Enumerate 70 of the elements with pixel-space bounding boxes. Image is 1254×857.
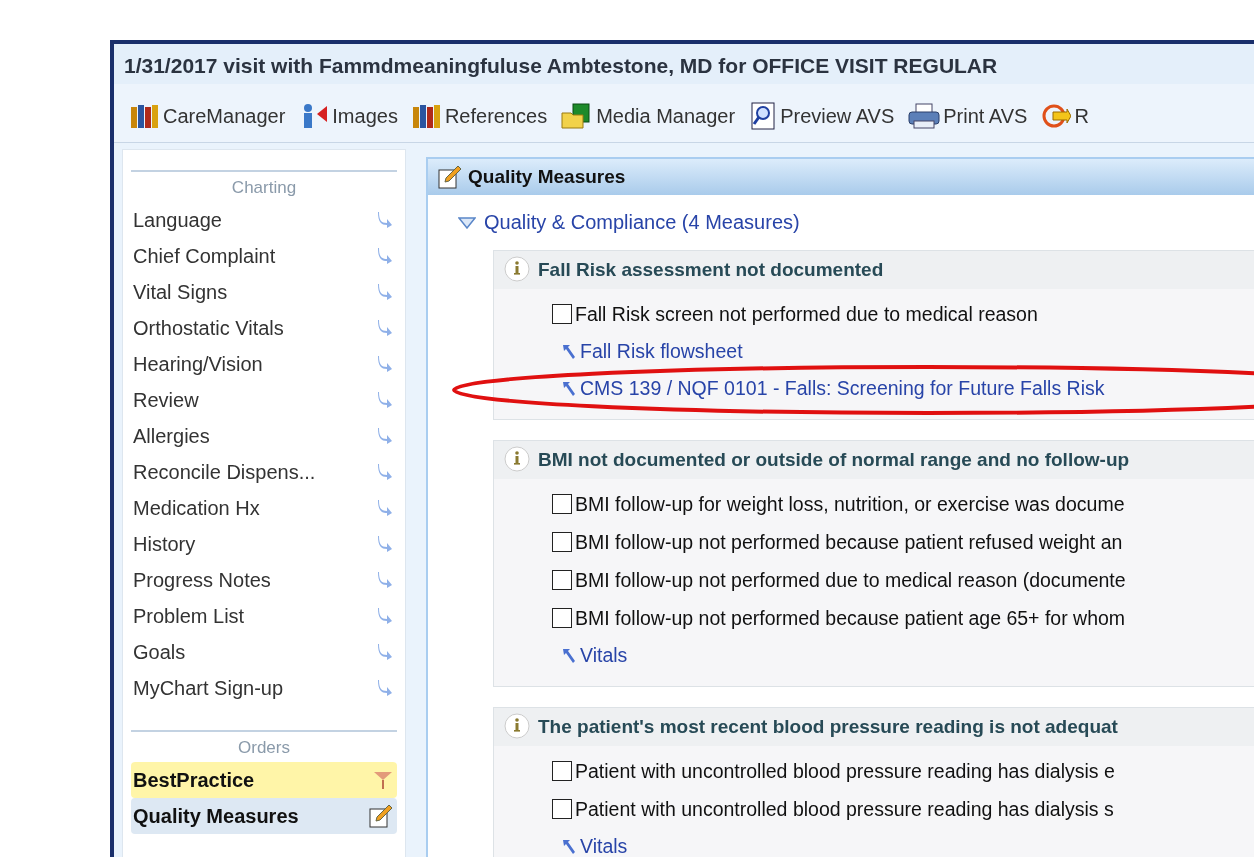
jump-arrow-icon xyxy=(562,838,576,855)
jump-arrow-icon xyxy=(377,535,393,553)
jump-arrow-icon xyxy=(377,571,393,589)
toolbar-button[interactable]: Print AVS xyxy=(908,102,1028,130)
sidebar-item[interactable]: Vital Signs xyxy=(131,274,397,310)
toolbar-button[interactable]: R xyxy=(1041,102,1089,130)
option-checkbox[interactable]: Patient with uncontrolled blood pressure reading has dialysis s xyxy=(552,790,1254,828)
jump-arrow-icon xyxy=(377,211,393,229)
sidebar-item[interactable]: Allergies xyxy=(131,418,397,454)
jump-arrow-icon xyxy=(377,355,393,373)
toolbar-button[interactable]: Preview AVS xyxy=(749,102,895,130)
expand-triangle-icon xyxy=(458,216,476,229)
jump-arrow-icon xyxy=(562,380,576,397)
jump-arrow-icon xyxy=(377,679,393,697)
info-icon xyxy=(502,255,532,285)
info-icon xyxy=(502,712,532,742)
jump-arrow-icon xyxy=(377,643,393,661)
sidebar-item[interactable]: Reconcile Dispens... xyxy=(131,454,397,490)
sidebar-item[interactable]: Language xyxy=(131,202,397,238)
sidebar-item[interactable]: Review xyxy=(131,382,397,418)
printer-icon xyxy=(908,103,941,129)
jump-arrow-icon xyxy=(377,499,393,517)
refresh-arrow-icon xyxy=(1041,103,1072,129)
info-icon xyxy=(502,445,532,475)
sidebar-item[interactable]: BestPractice xyxy=(131,762,397,798)
measure-title: The patient's most recent blood pressure reading is not adequat xyxy=(538,716,1118,738)
panel-title: Quality Measures xyxy=(468,166,626,188)
window-title: 1/31/2017 visit with Fammdmeaningfuluse Ambtestone, MD for OFFICE VISIT REGULAR xyxy=(114,44,1254,84)
measure-title: Fall Risk assessment not documented xyxy=(538,259,884,281)
option-checkbox[interactable]: Fall Risk screen not performed due to medical reason xyxy=(552,295,1254,333)
group-toggle[interactable]: Quality & Compliance (4 Measures) xyxy=(458,211,1254,234)
jump-arrow-icon xyxy=(377,427,393,445)
books-icon xyxy=(411,103,442,129)
sidebar-item[interactable]: Progress Notes xyxy=(131,562,397,598)
measure-link[interactable]: Fall Risk flowsheet xyxy=(562,340,743,363)
jump-arrow-icon xyxy=(377,463,393,481)
jump-arrow-icon xyxy=(377,247,393,265)
jump-arrow-icon xyxy=(562,343,576,360)
edit-note-icon xyxy=(369,804,393,828)
jump-arrow-icon xyxy=(377,607,393,625)
toolbar-button[interactable]: CareManager xyxy=(130,102,286,130)
sidebar-item[interactable]: Hearing/Vision xyxy=(131,346,397,382)
books-icon xyxy=(130,103,160,129)
option-checkbox[interactable]: BMI follow-up for weight loss, nutrition, or exercise was docume xyxy=(552,485,1254,523)
measure-link[interactable]: Vitals xyxy=(562,644,628,667)
section-heading: Charting xyxy=(131,170,397,202)
toolbar-button[interactable]: Media Manager xyxy=(561,102,736,130)
sidebar-item[interactable]: Problem List xyxy=(131,598,397,634)
sidebar-item[interactable]: Goals xyxy=(131,634,397,670)
sidebar-item[interactable]: Chief Complaint xyxy=(131,238,397,274)
option-checkbox[interactable]: Patient with uncontrolled blood pressure reading has dialysis e xyxy=(552,752,1254,790)
edit-note-icon xyxy=(438,165,462,189)
measure-title: BMI not documented or outside of normal range and no follow-up xyxy=(538,449,1130,471)
sidebar-item[interactable]: Medication Hx xyxy=(131,490,397,526)
option-checkbox[interactable]: BMI follow-up not performed due to medical reason (documente xyxy=(552,561,1254,599)
toolbar-button[interactable]: Images xyxy=(299,102,398,130)
jump-arrow-icon xyxy=(377,391,393,409)
sidebar-item[interactable]: Orthostatic Vitals xyxy=(131,310,397,346)
measure-link[interactable]: CMS 139 / NQF 0101 - Falls: Screening for Future Falls Risk xyxy=(562,377,1105,400)
toolbar-button[interactable]: References xyxy=(411,102,548,130)
document-magnifier-icon xyxy=(749,102,778,130)
option-checkbox[interactable]: BMI follow-up not performed because patient age 65+ for whom xyxy=(552,599,1254,637)
option-checkbox[interactable]: BMI follow-up not performed because patient refused weight an xyxy=(552,523,1254,561)
sidebar-item[interactable]: MyChart Sign-up xyxy=(131,670,397,706)
sidebar-item[interactable]: Quality Measures xyxy=(131,798,397,834)
jump-arrow-icon xyxy=(562,647,576,664)
sidebar-item[interactable]: History xyxy=(131,526,397,562)
jump-arrow-icon xyxy=(377,283,393,301)
measure-link[interactable]: Vitals xyxy=(562,835,628,857)
jump-arrow-icon xyxy=(377,319,393,337)
